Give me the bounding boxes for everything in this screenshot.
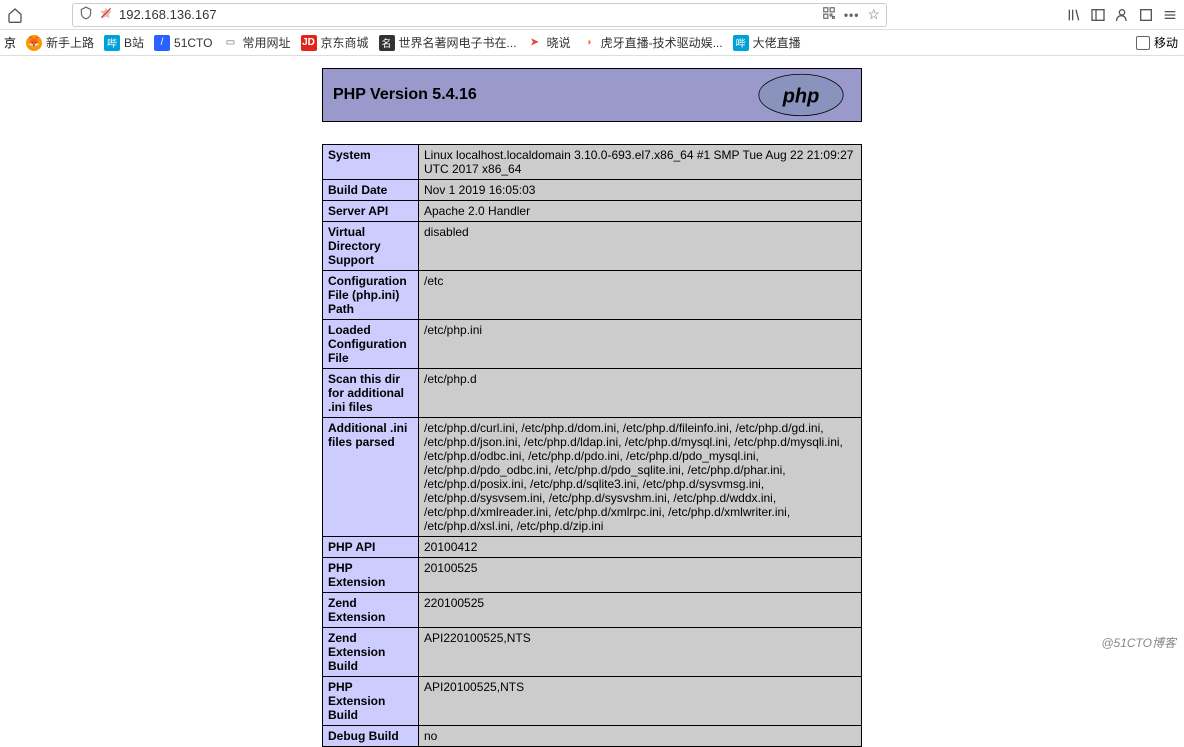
table-row: Zend Extension220100525 bbox=[323, 593, 862, 628]
row-value: Apache 2.0 Handler bbox=[419, 201, 862, 222]
extension-icon[interactable] bbox=[1138, 7, 1154, 23]
bookmark-item[interactable]: ➤晓说 bbox=[527, 34, 571, 51]
qr-icon[interactable] bbox=[822, 6, 836, 23]
bookmark-label: 京东商城 bbox=[321, 34, 369, 51]
row-value: Nov 1 2019 16:05:03 bbox=[419, 180, 862, 201]
bookmark-label: 世界名著网电子书在... bbox=[399, 34, 517, 51]
row-value: no bbox=[419, 726, 862, 747]
table-row: Scan this dir for additional .ini files/… bbox=[323, 369, 862, 418]
bookmark-item[interactable]: ▭常用网址 bbox=[223, 34, 291, 51]
row-value: /etc bbox=[419, 271, 862, 320]
table-row: PHP API20100412 bbox=[323, 537, 862, 558]
row-key: Additional .ini files parsed bbox=[323, 418, 419, 537]
mobile-label: 移动 bbox=[1154, 34, 1178, 51]
bookmark-star-icon[interactable]: ☆ bbox=[867, 6, 880, 23]
table-row: Loaded Configuration File/etc/php.ini bbox=[323, 320, 862, 369]
bookmark-label: 晓说 bbox=[547, 34, 571, 51]
library-icon[interactable] bbox=[1066, 7, 1082, 23]
bookmark-item[interactable]: 🦊新手上路 bbox=[26, 34, 94, 51]
toolbar-right-icons bbox=[1066, 7, 1178, 23]
table-row: PHP Extension20100525 bbox=[323, 558, 862, 593]
row-key: Zend Extension Build bbox=[323, 628, 419, 677]
row-key: PHP Extension Build bbox=[323, 677, 419, 726]
row-key: Build Date bbox=[323, 180, 419, 201]
sidebar-icon[interactable] bbox=[1090, 7, 1106, 23]
row-key: Configuration File (php.ini) Path bbox=[323, 271, 419, 320]
row-key: Loaded Configuration File bbox=[323, 320, 419, 369]
table-row: Server APIApache 2.0 Handler bbox=[323, 201, 862, 222]
watermark: @51CTO博客 bbox=[1101, 634, 1176, 651]
bookmark-label: 大佬直播 bbox=[753, 34, 801, 51]
row-key: PHP Extension bbox=[323, 558, 419, 593]
home-button[interactable] bbox=[6, 6, 24, 24]
row-value: 20100412 bbox=[419, 537, 862, 558]
table-row: SystemLinux localhost.localdomain 3.10.0… bbox=[323, 145, 862, 180]
bookmark-item[interactable]: 哔大佬直播 bbox=[733, 34, 801, 51]
ff-icon: 🦊 bbox=[26, 35, 42, 51]
row-value: disabled bbox=[419, 222, 862, 271]
bookmark-label: 常用网址 bbox=[243, 34, 291, 51]
row-value: /etc/php.d bbox=[419, 369, 862, 418]
row-key: Zend Extension bbox=[323, 593, 419, 628]
row-key: PHP API bbox=[323, 537, 419, 558]
row-key: Debug Build bbox=[323, 726, 419, 747]
book-icon: 名 bbox=[379, 35, 395, 51]
row-value: /etc/php.d/curl.ini, /etc/php.d/dom.ini,… bbox=[419, 418, 862, 537]
url-text: 192.168.136.167 bbox=[119, 7, 816, 22]
cto-icon: / bbox=[154, 35, 170, 51]
bili-icon: 哔 bbox=[104, 35, 120, 51]
svg-text:php: php bbox=[782, 86, 820, 108]
row-value: API20100525,NTS bbox=[419, 677, 862, 726]
xs-icon: ➤ bbox=[527, 35, 543, 51]
php-logo: php bbox=[751, 72, 851, 118]
menu-icon[interactable] bbox=[1162, 7, 1178, 23]
jd-icon: JD bbox=[301, 35, 317, 51]
phpinfo-header: PHP Version 5.4.16 php bbox=[322, 68, 862, 122]
row-key: Scan this dir for additional .ini files bbox=[323, 369, 419, 418]
php-version-title: PHP Version 5.4.16 bbox=[333, 86, 477, 104]
row-value: /etc/php.ini bbox=[419, 320, 862, 369]
dl-icon: 哔 bbox=[733, 35, 749, 51]
table-row: Debug Buildno bbox=[323, 726, 862, 747]
bookmark-item[interactable]: 哔B站 bbox=[104, 34, 144, 51]
urlbar-actions: ••• ☆ bbox=[822, 6, 880, 23]
page-content: PHP Version 5.4.16 php SystemLinux local… bbox=[0, 56, 1184, 747]
bookmark-item[interactable]: ◑虎牙直播-技术驱动娱... bbox=[581, 34, 723, 51]
row-value: Linux localhost.localdomain 3.10.0-693.e… bbox=[419, 145, 862, 180]
url-bar[interactable]: 192.168.136.167 ••• ☆ bbox=[72, 3, 887, 27]
row-key: Virtual Directory Support bbox=[323, 222, 419, 271]
table-row: PHP Extension BuildAPI20100525,NTS bbox=[323, 677, 862, 726]
row-value: 220100525 bbox=[419, 593, 862, 628]
table-row: Virtual Directory Supportdisabled bbox=[323, 222, 862, 271]
bookmarks-bar: 京 🦊新手上路哔B站/51CTO▭常用网址JD京东商城名世界名著网电子书在...… bbox=[0, 30, 1184, 56]
row-key: Server API bbox=[323, 201, 419, 222]
row-value: API220100525,NTS bbox=[419, 628, 862, 677]
folder-icon: ▭ bbox=[223, 35, 239, 51]
partial-bookmark[interactable]: 京 bbox=[4, 34, 16, 51]
bookmark-label: 51CTO bbox=[174, 36, 212, 50]
table-row: Additional .ini files parsed/etc/php.d/c… bbox=[323, 418, 862, 537]
phpinfo-container: PHP Version 5.4.16 php SystemLinux local… bbox=[322, 68, 862, 747]
browser-toolbar: 192.168.136.167 ••• ☆ bbox=[0, 0, 1184, 30]
insecure-icon bbox=[99, 6, 113, 23]
page-actions-icon[interactable]: ••• bbox=[844, 8, 860, 22]
table-row: Build DateNov 1 2019 16:05:03 bbox=[323, 180, 862, 201]
table-row: Configuration File (php.ini) Path/etc bbox=[323, 271, 862, 320]
mobile-icon bbox=[1136, 36, 1150, 50]
row-value: 20100525 bbox=[419, 558, 862, 593]
bookmark-item[interactable]: JD京东商城 bbox=[301, 34, 369, 51]
account-icon[interactable] bbox=[1114, 7, 1130, 23]
table-row: Zend Extension BuildAPI220100525,NTS bbox=[323, 628, 862, 677]
bookmark-label: B站 bbox=[124, 34, 144, 51]
bookmark-item[interactable]: 名世界名著网电子书在... bbox=[379, 34, 517, 51]
mobile-toggle[interactable]: 移动 bbox=[1136, 34, 1184, 51]
bookmark-item[interactable]: / 51CTO bbox=[154, 35, 212, 51]
shield-icon bbox=[79, 6, 93, 23]
bookmark-label: 新手上路 bbox=[46, 34, 94, 51]
hu-icon: ◑ bbox=[581, 35, 597, 51]
bookmark-label: 虎牙直播-技术驱动娱... bbox=[601, 34, 723, 51]
row-key: System bbox=[323, 145, 419, 180]
